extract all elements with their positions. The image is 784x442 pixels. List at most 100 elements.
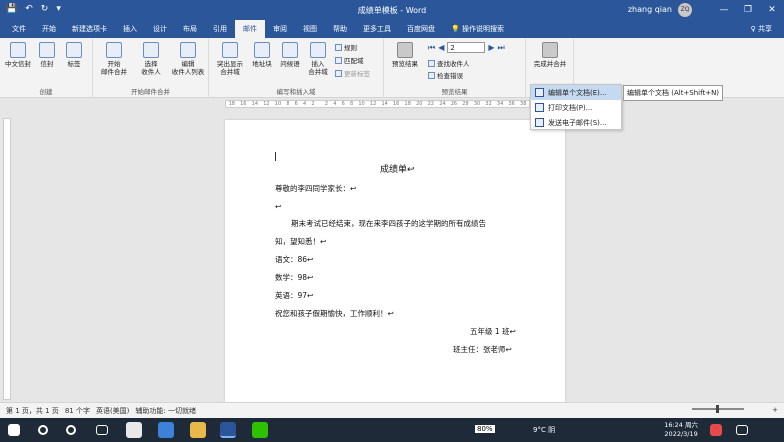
document-page[interactable]: 成绩单↩ 尊敬的李四同学家长：↩ ↩ 期末考试已经结束，现在来李四孩子的这学期的… [225,120,565,402]
tab-view[interactable]: 视图 [295,20,325,38]
wechat-icon[interactable] [252,422,268,438]
windows-start-icon[interactable] [8,424,20,436]
highlight-fields-button[interactable]: 突出显示 合并域 [213,42,247,76]
share-button[interactable]: ♀ 共享 [751,24,772,34]
tab-design[interactable]: 设计 [145,20,175,38]
prev-record-icon[interactable]: ◀ [438,43,444,52]
group-write-insert: 突出显示 合并域 地址块 问候语 插入 合并域 规则 匹配域 更新标签 编写和插… [209,38,384,98]
finish-merge-button[interactable]: 完成并合并 [530,42,570,68]
select-recipients-button[interactable]: 选择 收件人 [135,42,167,76]
ruler-tick: 8 [286,101,290,107]
ruler-tick: 30 [473,101,481,107]
group-create: 中文信封 信封 标签 创建 [0,38,93,98]
ruler-tick: 12 [263,101,270,107]
envelope-icon [10,42,26,58]
doc-teacher: 班主任：张老师↩ [453,345,512,354]
record-navigation: ⏮ ◀ 2 ▶ ⏭ [428,42,505,53]
doc-greeting: 尊敬的李四同学家长：↩ [275,184,357,193]
zoom-slider[interactable] [692,405,744,413]
edit-document-icon [535,88,544,97]
accessibility-status[interactable]: 辅助功能: 一切就绪 [135,406,196,416]
address-block-button[interactable]: 地址块 [249,42,275,68]
first-record-icon[interactable]: ⏮ [428,43,435,53]
edit-individual-documents-item[interactable]: 编辑单个文档(E)... [531,85,621,100]
app-icon[interactable] [126,422,142,438]
weather[interactable]: 9°C 阴 [533,425,555,435]
send-email-item[interactable]: 发送电子邮件(S)... [531,115,621,130]
tab-review[interactable]: 审阅 [265,20,295,38]
text-cursor [275,152,276,161]
doc-chinese-score: 语文：86↩ [275,255,314,264]
tab-more-tools[interactable]: 更多工具 [355,20,399,38]
envelope-button[interactable]: 信封 [36,42,58,68]
ruler-tick: 16 [240,101,247,107]
tab-file[interactable]: 文件 [4,20,34,38]
search-icon[interactable] [38,425,48,435]
word-count[interactable]: 81 个字 [65,406,90,416]
vertical-ruler [3,118,11,400]
ruler-tick: 8 [350,101,354,107]
record-number-input[interactable]: 2 [447,42,486,53]
page-count[interactable]: 第 1 页，共 1 页 [6,406,59,416]
cortana-icon[interactable] [66,425,76,435]
preview-results-button[interactable]: 预览结果 [388,42,422,68]
doc-blank-line: ↩ [275,202,282,211]
doc-class: 五年级 1 班↩ [470,327,516,336]
tab-help[interactable]: 帮助 [325,20,355,38]
vertical-scrollbar[interactable] [776,110,784,402]
find-recipient-button[interactable]: 查找收件人 [428,58,470,68]
zoom-knob[interactable] [716,405,719,413]
tab-insert[interactable]: 插入 [115,20,145,38]
finish-merge-icon [542,42,558,58]
tell-me-search[interactable]: 💡 操作说明搜索 [443,20,512,38]
ruler-tick: 4 [333,101,337,107]
taskbar: 80% 9°C 阴 16:24 周六 2022/3/19 [0,418,784,442]
chinese-envelope-button[interactable]: 中文信封 [4,42,32,68]
doc-wish: 祝您和孩子假期愉快，工作顺利！↩ [275,309,394,318]
close-button[interactable]: ✕ [760,0,784,20]
start-merge-button[interactable]: 开始 邮件合并 [97,42,131,76]
envelope-icon [39,42,55,58]
clock[interactable]: 16:24 周六 2022/3/19 [664,421,698,439]
task-view-icon[interactable] [96,425,108,435]
finish-merge-dropdown: 编辑单个文档(E)... 打印文档(P)... 发送电子邮件(S)... [530,84,622,130]
restore-button[interactable]: ❐ [736,0,760,20]
insert-merge-field-button[interactable]: 插入 合并域 [305,42,331,76]
ruler-tick: 2 [311,101,315,107]
edit-recipients-button[interactable]: 编辑 收件人列表 [169,42,207,76]
ruler-tick: 24 [439,101,446,107]
file-explorer-icon[interactable] [190,422,206,438]
minimize-button[interactable]: — [712,0,736,20]
tab-home[interactable]: 开始 [34,20,64,38]
tab-mailings[interactable]: 邮件 [235,20,265,38]
notification-icon[interactable] [710,424,722,436]
rules-button[interactable]: 规则 [335,42,357,52]
ruler-tick: 2 [324,101,329,107]
tab-layout[interactable]: 布局 [175,20,205,38]
tab-baidu[interactable]: 百度网盘 [399,20,443,38]
update-labels-button[interactable]: 更新标签 [335,68,370,78]
battery-indicator[interactable]: 80% [475,425,495,433]
word-icon[interactable] [220,422,236,438]
action-center-icon[interactable] [736,425,748,435]
ruler-tick: 22 [427,101,435,107]
match-fields-button[interactable]: 匹配域 [335,55,364,65]
language[interactable]: 英语(美国) [96,406,129,416]
last-record-icon[interactable]: ⏭ [498,43,505,53]
zoom-in-button[interactable]: + [772,406,778,414]
print-documents-item[interactable]: 打印文档(P)... [531,100,621,115]
edge-icon[interactable] [158,422,174,438]
ruler-tick: 20 [416,101,423,107]
match-icon [335,56,342,64]
user-name[interactable]: zhang qian [628,5,672,14]
tab-new[interactable]: 新建选项卡 [64,20,115,38]
group-preview: 预览结果 ⏮ ◀ 2 ▶ ⏭ 查找收件人 检查错误 预览结果 [384,38,526,98]
ruler-ticks[interactable]: 18 16 14 12 10 8 6 4 2 2 4 6 8 10 12 14 16 18 20 22 24 26 28 30… [225,100,530,108]
check-errors-button[interactable]: 检查错误 [428,70,463,80]
greeting-line-button[interactable]: 问候语 [277,42,303,68]
label-button[interactable]: 标签 [62,42,86,68]
avatar[interactable]: ZQ [678,3,692,17]
tab-references[interactable]: 引用 [205,20,235,38]
next-record-icon[interactable]: ▶ [488,43,494,52]
people-icon [143,42,159,58]
